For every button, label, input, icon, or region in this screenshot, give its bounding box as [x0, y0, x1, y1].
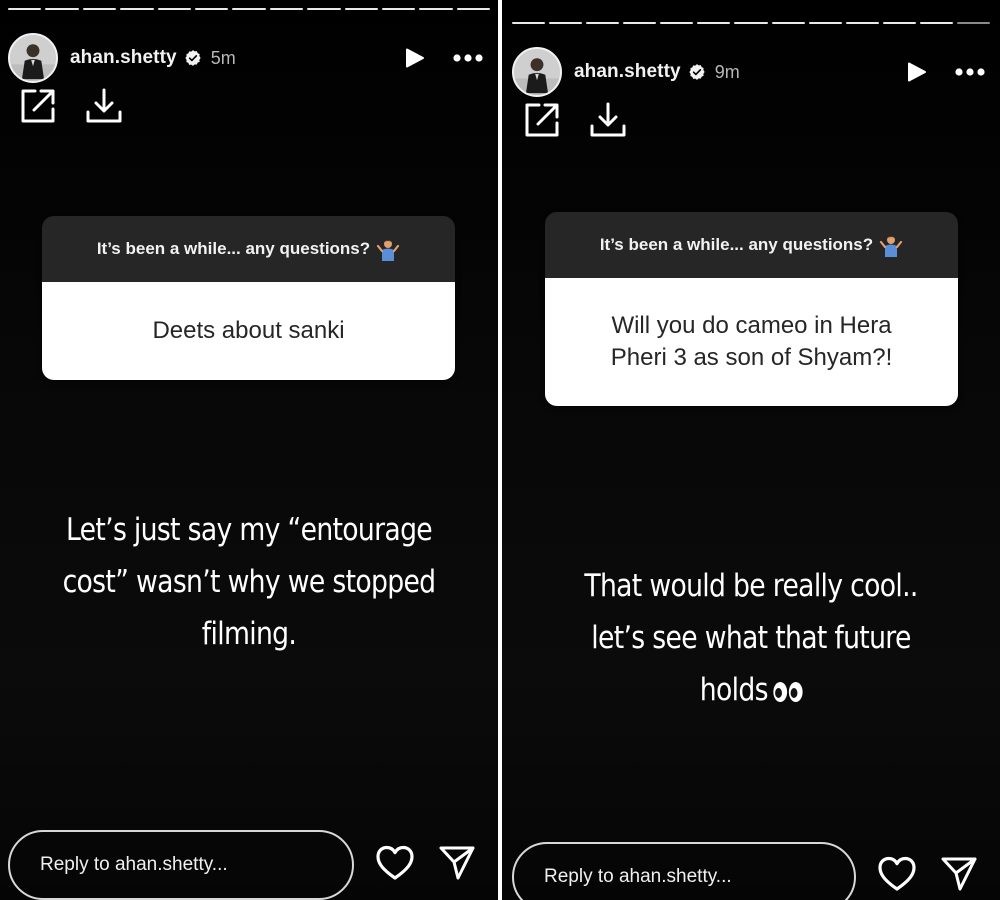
progress-segment — [45, 8, 79, 10]
answer-text: Let’s just say my “entourage cost” wasn’… — [52, 504, 446, 660]
progress-segment — [882, 22, 916, 24]
progress-segment — [549, 22, 583, 24]
stories-comparison: ahan.shetty 5m It’s been a while... any … — [0, 0, 1000, 900]
progress-segment — [808, 22, 842, 24]
progress-segment — [194, 8, 229, 10]
reply-input[interactable]: Reply to ahan.shetty... — [512, 842, 856, 900]
story-panel-left: ahan.shetty 5m It’s been a while... any … — [0, 0, 498, 900]
progress-segment — [586, 22, 620, 24]
download-icon[interactable] — [84, 86, 124, 126]
question-sticker-header: It’s been a while... any questions? — [42, 216, 455, 282]
progress-segment — [232, 8, 266, 10]
question-text: Will you do cameo in Hera Pheri 3 as son… — [545, 278, 958, 406]
answer-text-content: Let’s just say my “entourage cost” wasn’… — [62, 512, 437, 653]
verified-badge-icon — [689, 64, 705, 80]
progress-segment — [660, 22, 694, 24]
heart-icon[interactable] — [878, 856, 916, 892]
username[interactable]: ahan.shetty — [574, 61, 681, 83]
play-icon[interactable] — [402, 46, 426, 70]
answer-text-content: That would be really cool.. let’s see wh… — [584, 568, 918, 709]
reply-input[interactable]: Reply to ahan.shetty... — [8, 830, 354, 900]
eye-right — [788, 681, 803, 702]
question-prompt: It’s been a while... any questions? — [96, 239, 371, 258]
story-tools — [18, 86, 124, 126]
more-options-icon[interactable] — [452, 53, 484, 63]
progress-segment — [82, 8, 117, 10]
share-external-icon[interactable] — [18, 86, 58, 126]
share-external-icon[interactable] — [522, 100, 562, 140]
progress-segment — [307, 8, 341, 10]
username[interactable]: ahan.shetty — [70, 47, 177, 69]
more-options-icon[interactable] — [954, 67, 986, 77]
progress-segment — [120, 8, 154, 10]
story-progress-bar — [512, 22, 991, 26]
progress-segment — [269, 8, 304, 10]
story-tools — [522, 100, 628, 140]
avatar[interactable] — [8, 33, 58, 83]
reply-placeholder: Reply to ahan.shetty... — [40, 854, 228, 875]
download-icon[interactable] — [588, 100, 628, 140]
question-text: Deets about sanki — [42, 282, 455, 380]
heart-icon[interactable] — [376, 845, 414, 881]
timestamp: 5m — [210, 47, 236, 68]
eye-left — [772, 681, 787, 702]
story-progress-bar — [8, 8, 491, 12]
progress-segment — [157, 8, 191, 10]
play-icon[interactable] — [904, 60, 928, 84]
timestamp: 9m — [714, 61, 740, 82]
progress-segment — [697, 22, 731, 24]
eyes-emoji-icon — [772, 681, 803, 702]
progress-segment — [8, 8, 42, 10]
send-icon[interactable] — [438, 845, 476, 881]
progress-segment — [512, 22, 546, 24]
progress-segment — [919, 22, 953, 24]
progress-segment — [734, 22, 768, 24]
progress-segment — [956, 22, 991, 24]
question-sticker: It’s been a while... any questions? Will… — [545, 212, 958, 406]
progress-segment — [456, 8, 491, 10]
story-header: ahan.shetty 5m — [8, 32, 484, 84]
question-prompt: It’s been a while... any questions? — [599, 235, 874, 254]
answer-text: That would be really cool.. let’s see wh… — [554, 560, 948, 716]
question-sticker-header: It’s been a while... any questions? — [545, 212, 958, 278]
verified-badge-icon — [185, 50, 201, 66]
question-sticker: It’s been a while... any questions? Deet… — [42, 216, 455, 380]
progress-segment — [344, 8, 378, 10]
avatar[interactable] — [512, 47, 562, 97]
person-shrugging-emoji-icon — [880, 236, 903, 257]
send-icon[interactable] — [940, 856, 978, 892]
progress-segment — [771, 22, 805, 24]
progress-segment — [419, 8, 453, 10]
story-header: ahan.shetty 9m — [512, 46, 986, 98]
reply-placeholder: Reply to ahan.shetty... — [544, 866, 732, 887]
avatar-photo — [514, 49, 560, 95]
story-panel-right: ahan.shetty 9m It’s been a while... any … — [502, 0, 1000, 900]
progress-segment — [623, 22, 657, 24]
person-shrugging-emoji-icon — [377, 240, 400, 261]
progress-segment — [381, 8, 416, 10]
progress-segment — [845, 22, 879, 24]
avatar-photo — [10, 35, 56, 81]
